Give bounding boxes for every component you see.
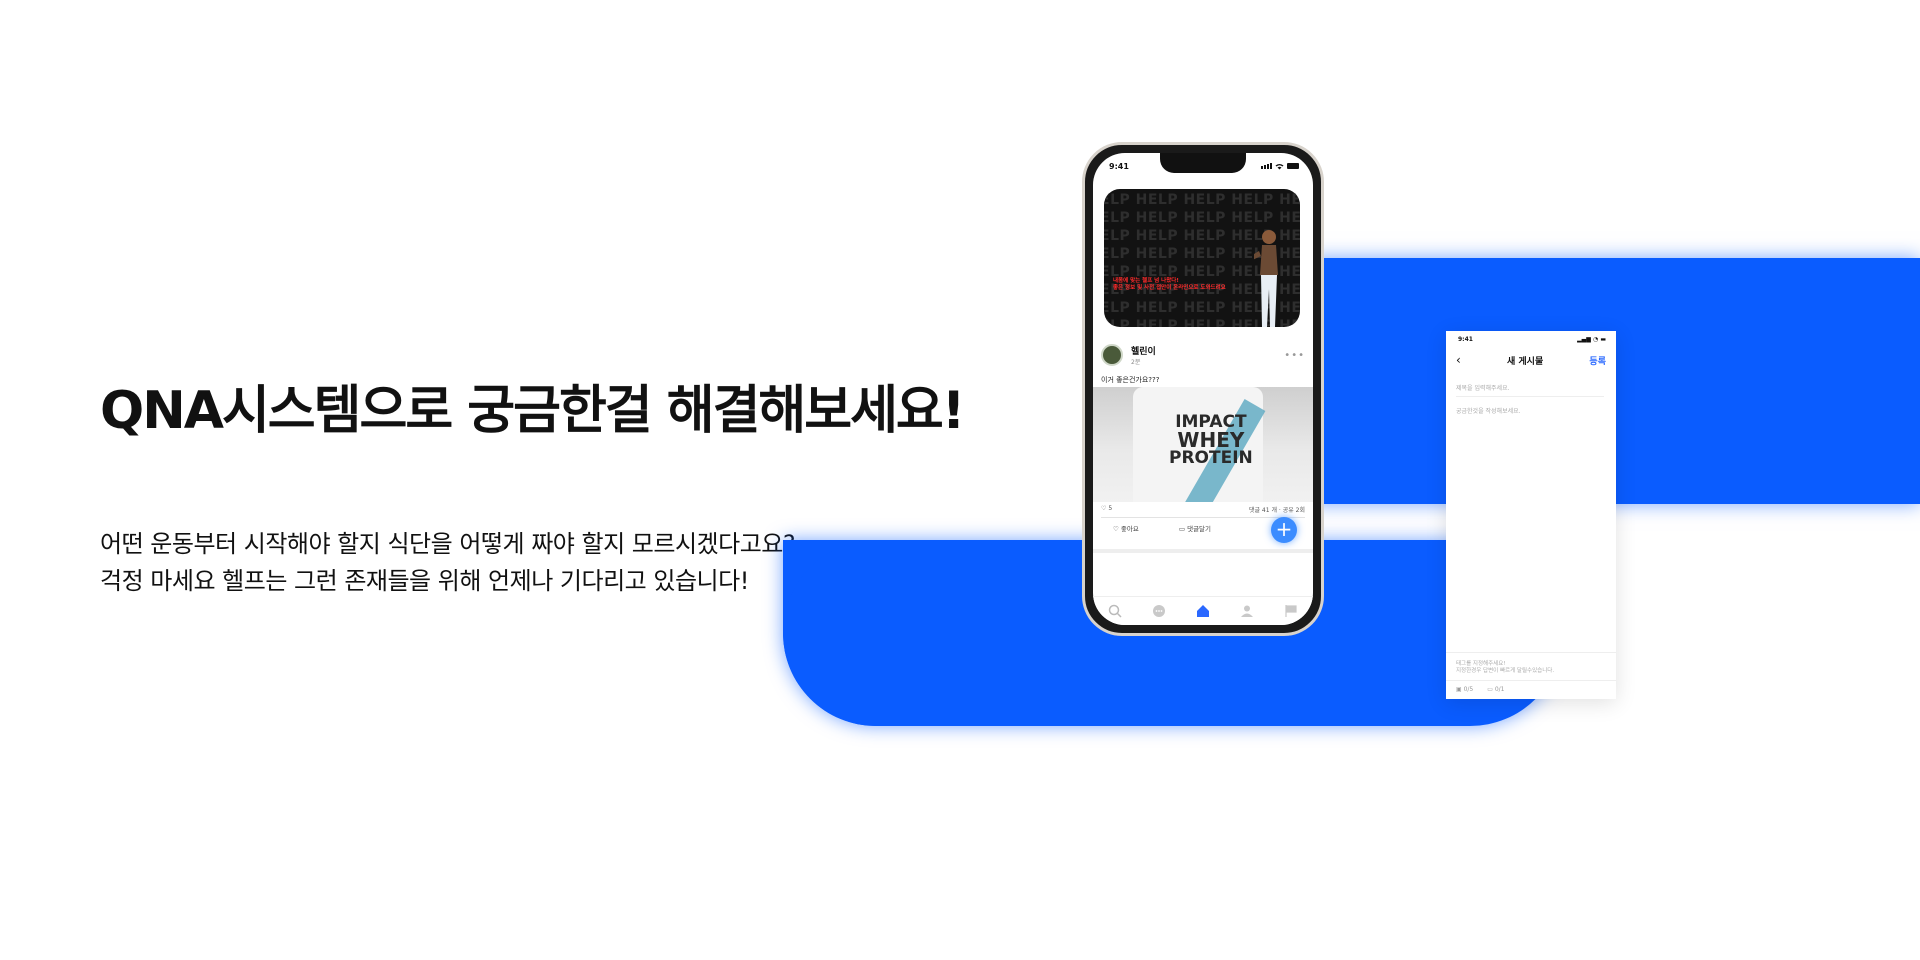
comment-button[interactable]: ▭ 댓글달기 <box>1179 523 1211 533</box>
tag-hint[interactable]: 태그를 지정해주세요! 지정한경우 답변이 빠르게 달릴수있습니다. <box>1446 652 1616 675</box>
like-count: 5 <box>1108 505 1113 512</box>
photo-attach-button[interactable]: ▣ 0/5 <box>1456 686 1473 693</box>
submit-button[interactable]: 등록 <box>1589 354 1606 367</box>
battery-icon <box>1287 163 1299 169</box>
post-author[interactable]: 헬린이 <box>1131 344 1156 357</box>
search-icon[interactable] <box>1108 604 1122 618</box>
banner-red-text: 내몸에 맞는 헬프 넘 나왔다! 좋은 정보 및 사전 접안이 온라인으로 도와… <box>1113 278 1226 291</box>
heart-icon: ♡ <box>1101 505 1107 512</box>
title-input[interactable]: 제목을 입력해주세요. <box>1456 383 1604 397</box>
athlete-figure <box>1254 230 1278 327</box>
help-banner[interactable]: ELP HELP HELP HELP HEL ELP HELP HELP HEL… <box>1104 189 1300 327</box>
profile-icon[interactable] <box>1240 604 1254 618</box>
comment-icon: ▭ <box>1178 525 1186 533</box>
headline: QNA시스템으로 궁금한걸 해결해보세요! <box>100 381 965 441</box>
description-line-2: 걱정 마세요 헬프는 그런 존재들을 위해 언제나 기다리고 있습니다! <box>100 567 749 595</box>
status-icons <box>1261 163 1299 170</box>
panel-status-time: 9:41 <box>1458 336 1473 343</box>
video-icon: ▭ <box>1487 686 1493 693</box>
media-attachments: ▣ 0/5 ▭ 0/1 <box>1446 680 1616 698</box>
home-icon[interactable] <box>1196 604 1210 618</box>
more-icon[interactable]: ••• <box>1284 350 1305 361</box>
post-text: 이거 좋은건가요??? <box>1101 376 1160 384</box>
flag-icon[interactable] <box>1284 604 1298 618</box>
status-time: 9:41 <box>1109 161 1129 171</box>
new-post-screen: 9:41 ▂▄▆ ◔ ▬ ‹ 새 게시물 등록 제목을 입력해주세요. 궁금한것… <box>1446 331 1616 699</box>
back-icon[interactable]: ‹ <box>1456 353 1461 367</box>
video-attach-button[interactable]: ▭ 0/1 <box>1487 686 1504 693</box>
panel-status-icons: ▂▄▆ ◔ ▬ <box>1577 336 1606 343</box>
post-time: 2분 <box>1131 359 1141 366</box>
post-header: 헬린이 2분 ••• <box>1101 341 1305 369</box>
feed-separator <box>1093 549 1313 553</box>
body-textarea[interactable]: 궁금한것을 작성해보세요. <box>1456 406 1521 415</box>
add-post-button[interactable]: + <box>1271 517 1297 543</box>
avatar[interactable] <box>1101 344 1123 366</box>
panel-status-bar: 9:41 ▂▄▆ ◔ ▬ <box>1458 336 1606 343</box>
heart-icon: ♡ <box>1113 525 1119 533</box>
phone-mockup: 9:41 ELP HELP HELP HELP HEL ELP HELP HEL… <box>1082 142 1324 636</box>
signal-icon <box>1261 163 1272 169</box>
divider <box>1101 517 1305 518</box>
post-image[interactable]: IMPACT WHEY PROTEIN <box>1093 387 1313 502</box>
description-line-1: 어떤 운동부터 시작해야 할지 식단을 어떻게 짜야 할지 모르시겠다고요? <box>100 530 796 558</box>
photo-icon: ▣ <box>1456 686 1462 693</box>
post-image-text: IMPACT WHEY PROTEIN <box>1169 412 1253 468</box>
comment-share-stats: 댓글 41 개 · 공유 2회 <box>1248 507 1305 514</box>
description: 어떤 운동부터 시작해야 할지 식단을 어떻게 짜야 할지 모르시겠다고요? 걱… <box>100 526 796 600</box>
bottom-nav <box>1093 596 1313 625</box>
panel-title: 새 게시물 <box>1506 356 1544 367</box>
panel-header: ‹ 새 게시물 등록 <box>1456 351 1606 369</box>
phone-screen: 9:41 ELP HELP HELP HELP HEL ELP HELP HEL… <box>1093 153 1313 625</box>
wifi-icon <box>1275 163 1284 169</box>
status-bar: 9:41 <box>1109 159 1299 173</box>
like-button[interactable]: ♡ 좋아요 <box>1113 523 1139 533</box>
post-stats: ♡ 5 댓글 41 개 · 공유 2회 <box>1101 505 1305 514</box>
chat-icon[interactable] <box>1152 604 1166 618</box>
